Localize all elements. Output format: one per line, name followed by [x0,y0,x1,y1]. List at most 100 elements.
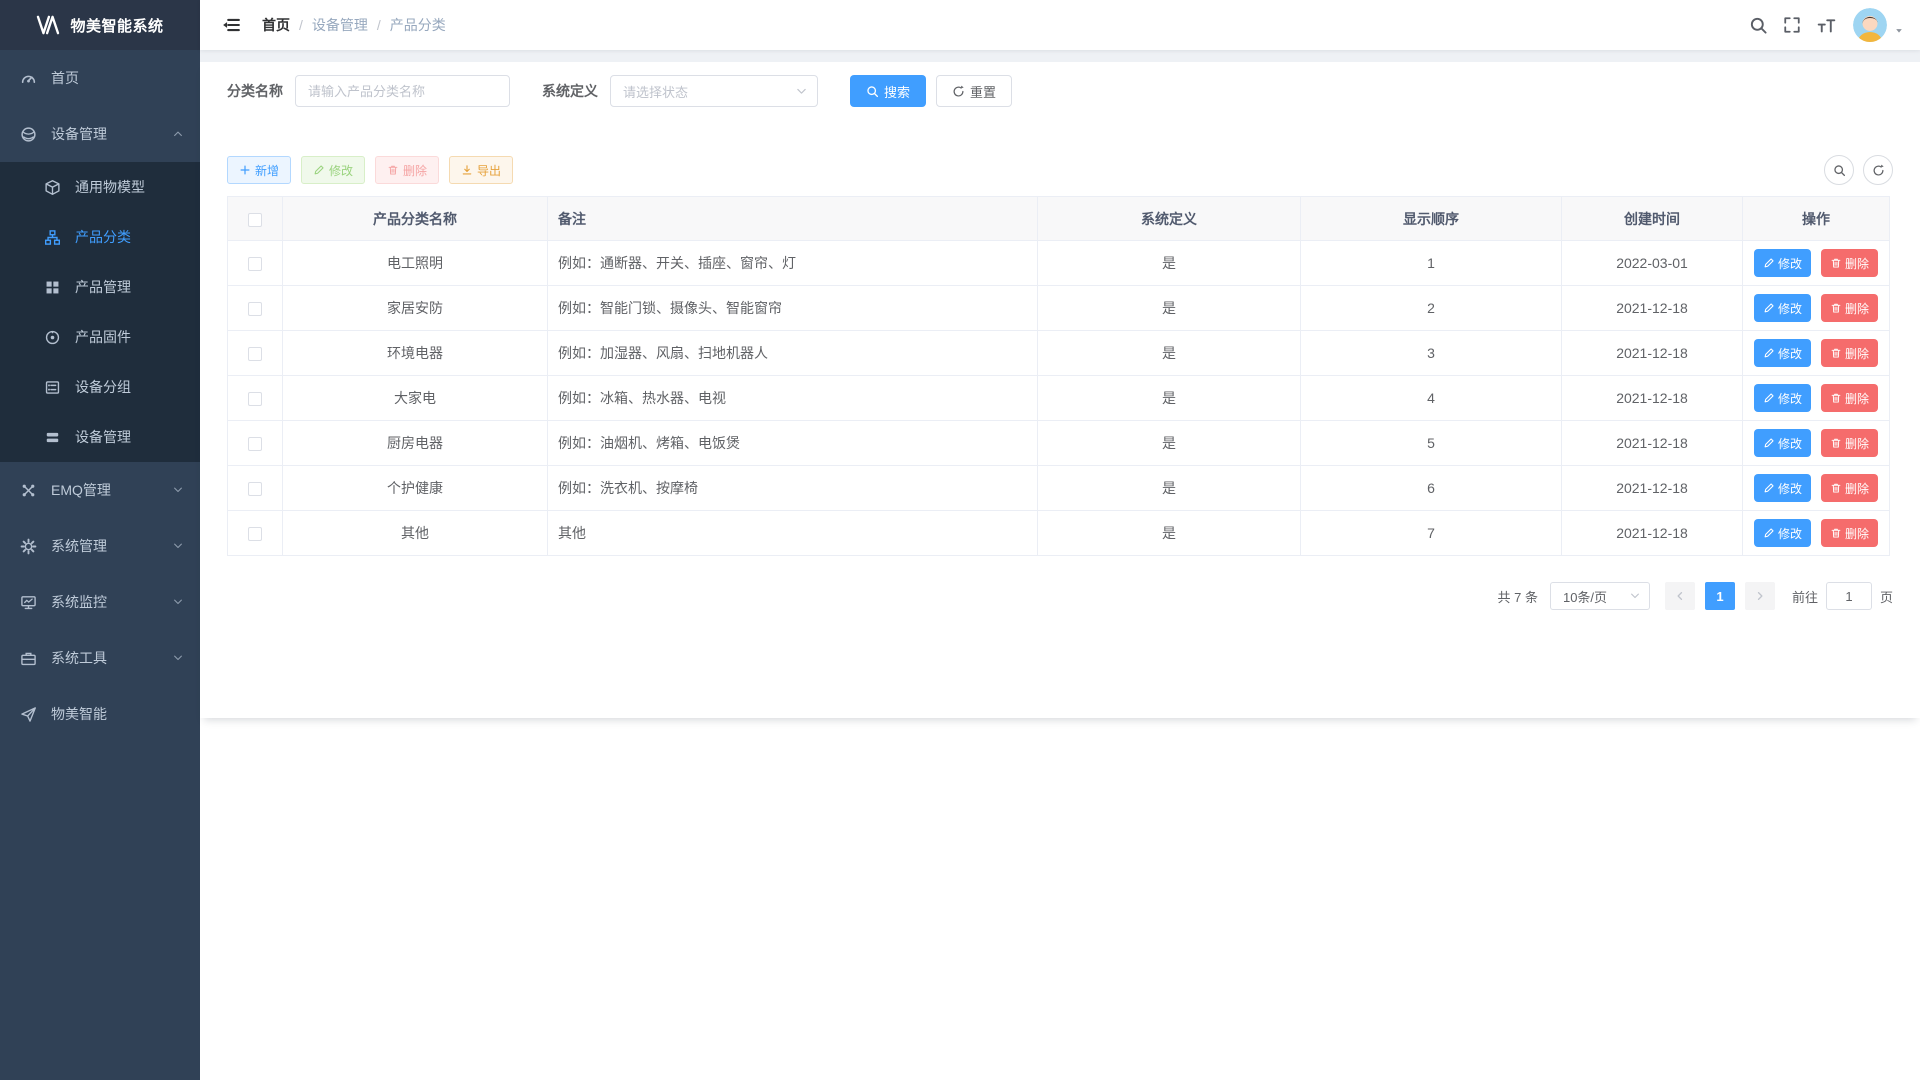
reset-button[interactable]: 重置 [936,75,1012,107]
sidebar-item-label: 系统监控 [51,592,107,612]
table-row[interactable]: 大家电 例如：冰箱、热水器、电视 是 4 2021-12-18 修改删除 [228,376,1890,421]
table-row[interactable]: 电工照明 例如：通断器、开关、插座、窗帘、灯 是 1 2022-03-01 修改… [228,241,1890,286]
table-row[interactable]: 厨房电器 例如：油烟机、烤箱、电饭煲 是 5 2021-12-18 修改删除 [228,421,1890,466]
row-edit-button[interactable]: 修改 [1754,474,1811,502]
sidebar-item-thing-model[interactable]: 通用物模型 [0,162,200,212]
breadcrumb-separator: / [377,17,381,33]
sidebar-item-product-firmware[interactable]: 产品固件 [0,312,200,362]
chevron-down-icon [795,85,808,98]
cell-name: 电工照明 [283,241,548,286]
trash-icon [1830,257,1842,269]
row-checkbox[interactable] [248,482,262,496]
row-delete-button[interactable]: 删除 [1821,339,1878,367]
row-checkbox[interactable] [248,257,262,271]
row-edit-button[interactable]: 修改 [1754,249,1811,277]
row-delete-button[interactable]: 删除 [1821,249,1878,277]
sidebar-item-product-management[interactable]: 产品管理 [0,262,200,312]
toggle-search-button[interactable] [1824,155,1854,185]
fold-icon [222,16,240,34]
system-defined-select[interactable]: 请选择状态 [610,75,818,107]
category-name-input[interactable] [295,75,510,107]
row-edit-button[interactable]: 修改 [1754,519,1811,547]
row-checkbox[interactable] [248,302,262,316]
row-checkbox[interactable] [248,527,262,541]
sidebar-item-wumei-smart[interactable]: 物美智能 [0,686,200,742]
sidebar-item-device-admin[interactable]: 设备管理 [0,412,200,462]
edit-icon [1763,482,1775,494]
system-defined-label: 系统定义 [542,81,598,101]
sidebar-item-device-group[interactable]: 设备分组 [0,362,200,412]
list-group-icon [44,379,61,396]
chevron-down-icon [1629,590,1641,602]
breadcrumb-separator: / [299,17,303,33]
add-button[interactable]: 新增 [227,156,291,184]
edit-button-label: 修改 [329,162,353,179]
table-row[interactable]: 环境电器 例如：加湿器、风扇、扫地机器人 是 3 2021-12-18 修改删除 [228,331,1890,376]
chevron-up-icon [172,128,184,140]
row-checkbox[interactable] [248,392,262,406]
next-page-button[interactable] [1745,582,1775,610]
avatar [1853,8,1887,42]
row-edit-button[interactable]: 修改 [1754,429,1811,457]
main-area: 首页 / 设备管理 / 产品分类 [200,0,1920,1080]
cube-icon [44,179,61,196]
sidebar-item-label: 系统工具 [51,648,107,668]
table-header-row: 产品分类名称 备注 系统定义 显示顺序 创建时间 操作 [228,197,1890,241]
fullscreen-icon [1783,16,1801,34]
header-search-button[interactable] [1741,8,1775,42]
sidebar-fold-button[interactable] [214,8,248,42]
cell-time: 2021-12-18 [1562,511,1743,556]
sidebar-item-emq-management[interactable]: EMQ管理 [0,462,200,518]
app-logo[interactable]: 物美智能系统 [0,0,200,50]
cell-time: 2021-12-18 [1562,421,1743,466]
row-delete-button[interactable]: 删除 [1821,429,1878,457]
cell-sysdef: 是 [1038,376,1301,421]
sidebar-item-system-tools[interactable]: 系统工具 [0,630,200,686]
cell-name: 个护健康 [283,466,548,511]
page-number-current[interactable]: 1 [1705,582,1735,610]
breadcrumb-product-category: 产品分类 [390,15,446,35]
sidebar-item-home[interactable]: 首页 [0,50,200,106]
trash-icon [1830,482,1842,494]
row-edit-button[interactable]: 修改 [1754,384,1811,412]
row-delete-button[interactable]: 删除 [1821,474,1878,502]
export-button[interactable]: 导出 [449,156,513,184]
user-menu[interactable] [1853,8,1908,42]
row-delete-button[interactable]: 删除 [1821,519,1878,547]
page-size-select[interactable]: 10条/页 [1550,582,1650,610]
select-all-checkbox[interactable] [248,213,262,227]
row-checkbox[interactable] [248,437,262,451]
chevron-down-icon [172,540,184,552]
table-row[interactable]: 其他 其他 是 7 2021-12-18 修改删除 [228,511,1890,556]
sidebar-item-system-management[interactable]: 系统管理 [0,518,200,574]
cell-time: 2021-12-18 [1562,376,1743,421]
sidebar-item-label: EMQ管理 [51,480,111,500]
delete-button[interactable]: 删除 [375,156,439,184]
search-button[interactable]: 搜索 [850,75,926,107]
row-delete-button[interactable]: 删除 [1821,294,1878,322]
breadcrumb-home[interactable]: 首页 [262,15,290,35]
row-edit-button[interactable]: 修改 [1754,339,1811,367]
trash-icon [1830,527,1842,539]
sidebar-item-system-monitor[interactable]: 系统监控 [0,574,200,630]
refresh-table-button[interactable] [1863,155,1893,185]
goto-page-input[interactable] [1826,582,1872,610]
table-row[interactable]: 家居安防 例如：智能门锁、摄像头、智能窗帘 是 2 2021-12-18 修改删… [228,286,1890,331]
prev-page-button[interactable] [1665,582,1695,610]
row-delete-button[interactable]: 删除 [1821,384,1878,412]
export-button-label: 导出 [477,162,501,179]
edit-button[interactable]: 修改 [301,156,365,184]
layout-size-button[interactable] [1809,8,1843,42]
sidebar-item-product-category[interactable]: 产品分类 [0,212,200,262]
sidebar-item-device-management[interactable]: 设备管理 [0,106,200,162]
cell-sysdef: 是 [1038,511,1301,556]
fullscreen-button[interactable] [1775,8,1809,42]
cell-name: 厨房电器 [283,421,548,466]
sidebar-item-label: 系统管理 [51,536,107,556]
sidebar-item-label: 设备管理 [75,427,131,447]
table-row[interactable]: 个护健康 例如：洗衣机、按摩椅 是 6 2021-12-18 修改删除 [228,466,1890,511]
row-edit-button[interactable]: 修改 [1754,294,1811,322]
cell-remark: 例如：智能门锁、摄像头、智能窗帘 [548,286,1038,331]
col-header-sysdef: 系统定义 [1038,197,1301,241]
row-checkbox[interactable] [248,347,262,361]
